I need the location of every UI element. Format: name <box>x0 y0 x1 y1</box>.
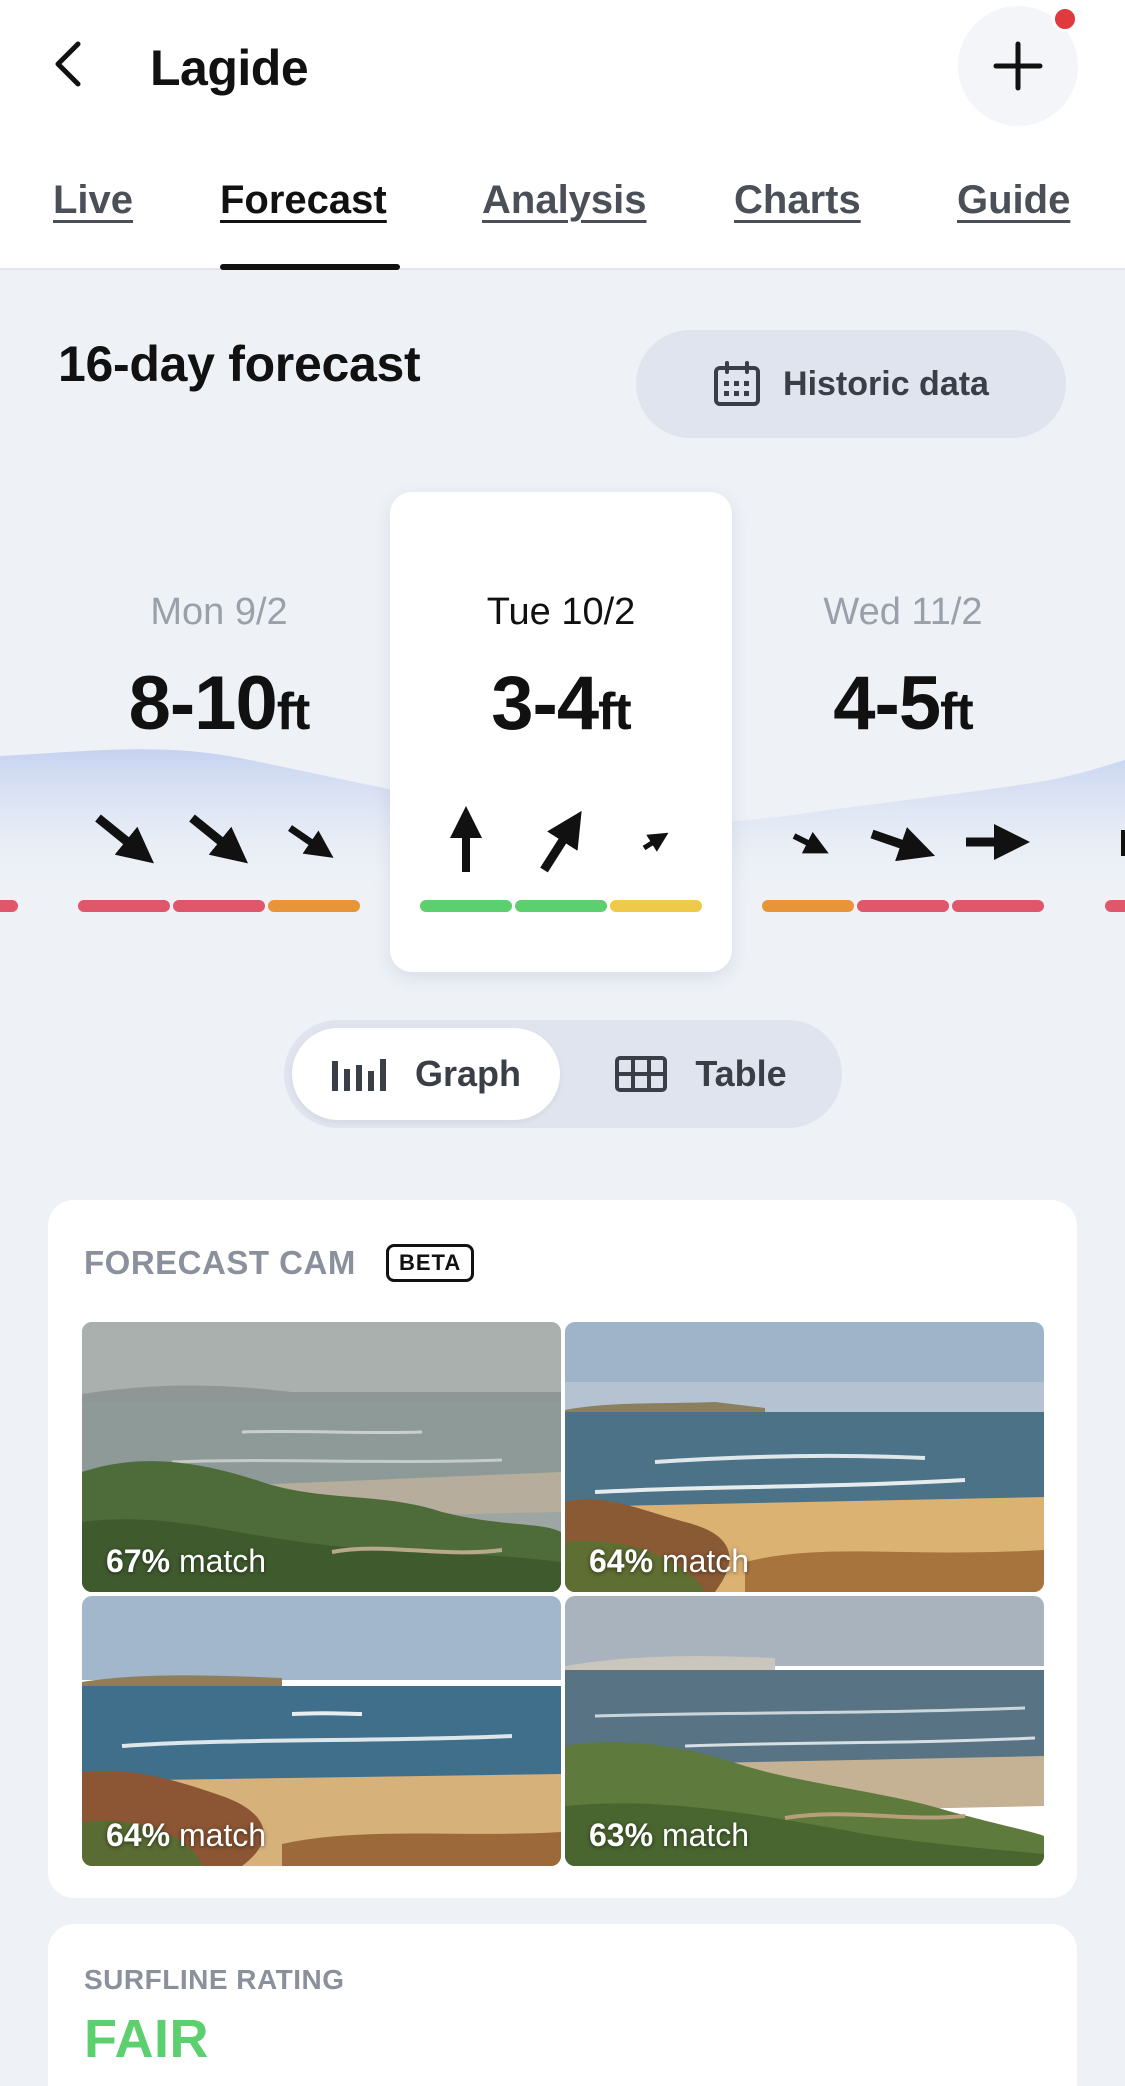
match-label: 64% match <box>589 1543 750 1579</box>
day-label: Wed 11/2 <box>823 591 983 633</box>
forecast-cam-heading: FORECAST CAM <box>84 1244 356 1281</box>
day-column-wed[interactable]: Wed 11/2 4-5ft <box>732 588 1074 754</box>
wind-arrow-icon <box>189 814 248 864</box>
rating-bar <box>857 900 949 912</box>
rating-bar <box>0 900 18 912</box>
chevron-left-icon <box>55 41 81 87</box>
app-header: Lagide Live Forecast Analysis Charts Gui… <box>0 0 1125 270</box>
rating-bar <box>610 900 702 912</box>
tab-charts[interactable]: Charts <box>734 178 861 223</box>
tab-guide[interactable]: Guide <box>957 178 1070 223</box>
wind-arrow-icon <box>540 810 582 873</box>
rating-heading: SURFLINE RATING <box>84 1964 345 1995</box>
calendar-icon <box>714 361 761 406</box>
day-wave-height: 3-4ft <box>491 661 631 746</box>
cam-image[interactable]: 63% match <box>565 1596 1044 1866</box>
rating-bar <box>78 900 170 912</box>
rating-bar <box>173 900 265 912</box>
graph-label: Graph <box>414 1053 521 1094</box>
historic-data-label: Historic data <box>783 364 989 403</box>
day-column-mon[interactable]: Mon 9/2 8-10ft <box>48 588 390 754</box>
spot-title: Lagide <box>150 40 309 96</box>
beta-badge: BETA <box>386 1244 475 1282</box>
match-label: 67% match <box>106 1543 267 1579</box>
rating-bar <box>268 900 360 912</box>
table-label: Table <box>695 1053 787 1094</box>
match-label: 64% match <box>106 1817 267 1853</box>
plus-icon <box>993 41 1043 91</box>
day-wave-height: 8-10ft <box>128 661 311 746</box>
rating-bar <box>515 900 607 912</box>
wind-direction-arrows <box>95 806 1125 873</box>
day-label: Mon 9/2 <box>150 591 288 633</box>
back-button[interactable] <box>40 36 96 92</box>
wind-arrow-icon <box>288 825 334 858</box>
active-tab-indicator <box>220 264 400 270</box>
tab-live[interactable]: Live <box>53 178 133 223</box>
cam-image[interactable]: 64% match <box>82 1596 561 1866</box>
wind-arrow-icon <box>792 831 829 854</box>
wind-arrow-icon <box>95 814 154 864</box>
table-view-button[interactable]: Table <box>568 1028 834 1120</box>
rating-value: FAIR <box>84 2009 210 2069</box>
notification-dot <box>1052 6 1078 32</box>
rating-bar <box>952 900 1044 912</box>
day-label: Tue 10/2 <box>486 591 636 633</box>
grid-icon <box>615 1056 668 1092</box>
tab-forecast[interactable]: Forecast <box>220 178 387 223</box>
spot-tabs: Live Forecast Analysis Charts Guide <box>0 172 1125 270</box>
cam-image[interactable]: 67% match <box>82 1322 561 1592</box>
day-carousel[interactable]: Mon 9/2 8-10ft Tue 10/2 3-4ft Wed 11/2 4… <box>0 480 1125 1000</box>
match-label: 63% match <box>589 1817 750 1853</box>
wind-arrow-icon <box>642 832 669 852</box>
tab-analysis[interactable]: Analysis <box>482 178 647 223</box>
day-column-tue[interactable]: Tue 10/2 3-4ft <box>390 588 732 754</box>
historic-data-button[interactable]: Historic data <box>636 330 1066 438</box>
rating-bar <box>420 900 512 912</box>
wind-arrow-icon <box>870 827 936 862</box>
forecast-cam-card: FORECAST CAM BETA 67% match 64% match 64… <box>48 1200 1077 1898</box>
day-wave-height: 4-5ft <box>833 661 973 746</box>
graph-view-button[interactable]: Graph <box>292 1028 560 1120</box>
view-toggle: Graph Table <box>284 1020 842 1128</box>
rating-bar <box>762 900 854 912</box>
cam-image[interactable]: 64% match <box>565 1322 1044 1592</box>
cam-image-grid: 67% match 64% match 64% match 63% match <box>82 1322 1044 1866</box>
bar-chart-icon <box>331 1059 386 1091</box>
surfline-rating-card: SURFLINE RATING FAIR <box>48 1924 1077 2086</box>
rating-bar <box>1105 900 1125 912</box>
forecast-title: 16-day forecast <box>58 336 421 392</box>
